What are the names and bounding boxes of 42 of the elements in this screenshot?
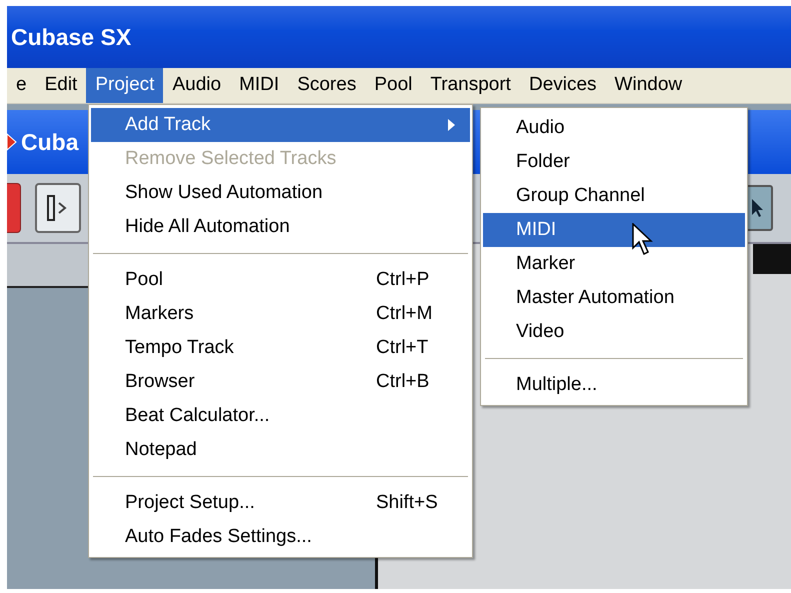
menu-item[interactable]: Hide All Automation bbox=[91, 210, 470, 244]
diamond-icon bbox=[7, 133, 17, 151]
menu-bar-item[interactable]: Scores bbox=[288, 68, 366, 103]
menu-item[interactable]: Auto Fades Settings... bbox=[91, 520, 470, 554]
menu-item[interactable]: Video bbox=[483, 315, 745, 349]
shortcut-label: Ctrl+B bbox=[376, 370, 430, 394]
menu-item[interactable]: Add Track bbox=[91, 108, 470, 142]
pointer-icon bbox=[750, 197, 766, 219]
window-title: Cubase SX bbox=[11, 22, 132, 52]
project-window-title: Cuba bbox=[21, 128, 78, 157]
shortcut-label: Ctrl+M bbox=[376, 302, 434, 326]
menu-item[interactable]: Audio bbox=[483, 111, 745, 145]
menu-bar-item[interactable]: Devices bbox=[520, 68, 606, 103]
menu-bar-item[interactable]: Edit bbox=[36, 68, 86, 103]
menu-bar-item[interactable]: Project bbox=[86, 68, 164, 103]
shortcut-label: Ctrl+T bbox=[376, 336, 430, 360]
menu-item[interactable]: Group Channel bbox=[483, 179, 745, 213]
menu-item[interactable]: Beat Calculator... bbox=[91, 399, 470, 433]
menu-bar-item[interactable]: Pool bbox=[365, 68, 422, 103]
menu-item[interactable]: Notepad bbox=[91, 433, 470, 467]
menu-item[interactable]: Project Setup... Shift+S bbox=[91, 486, 470, 520]
shortcut-label: Ctrl+P bbox=[376, 268, 430, 292]
menu-item[interactable]: Show Used Automation bbox=[91, 176, 470, 210]
menu-item[interactable]: MIDI bbox=[483, 213, 745, 247]
toolbar-button[interactable] bbox=[35, 183, 81, 233]
menu-bar-item[interactable]: Transport bbox=[421, 68, 520, 103]
menu-item[interactable]: Master Automation bbox=[483, 281, 745, 315]
submenu-arrow-icon bbox=[448, 119, 456, 131]
menu-item[interactable]: Pool Ctrl+P bbox=[91, 263, 470, 297]
menu-bar-item[interactable]: Audio bbox=[163, 68, 230, 103]
mouse-pointer-icon bbox=[632, 223, 654, 257]
menu-item[interactable]: Tempo Track Ctrl+T bbox=[91, 331, 470, 365]
menu-item[interactable]: Multiple... bbox=[483, 368, 745, 402]
menu-bar-item[interactable]: Window bbox=[606, 68, 692, 103]
menu-bar-item[interactable]: MIDI bbox=[230, 68, 288, 103]
menu-item[interactable]: Marker bbox=[483, 247, 745, 281]
menu-item[interactable]: Folder bbox=[483, 145, 745, 179]
menu-item[interactable]: Browser Ctrl+B bbox=[91, 365, 470, 399]
ruler bbox=[753, 244, 791, 274]
shortcut-label: Shift+S bbox=[376, 490, 439, 515]
menu-bar-item[interactable]: e bbox=[7, 68, 36, 103]
menu-item[interactable]: Markers Ctrl+M bbox=[91, 297, 470, 331]
